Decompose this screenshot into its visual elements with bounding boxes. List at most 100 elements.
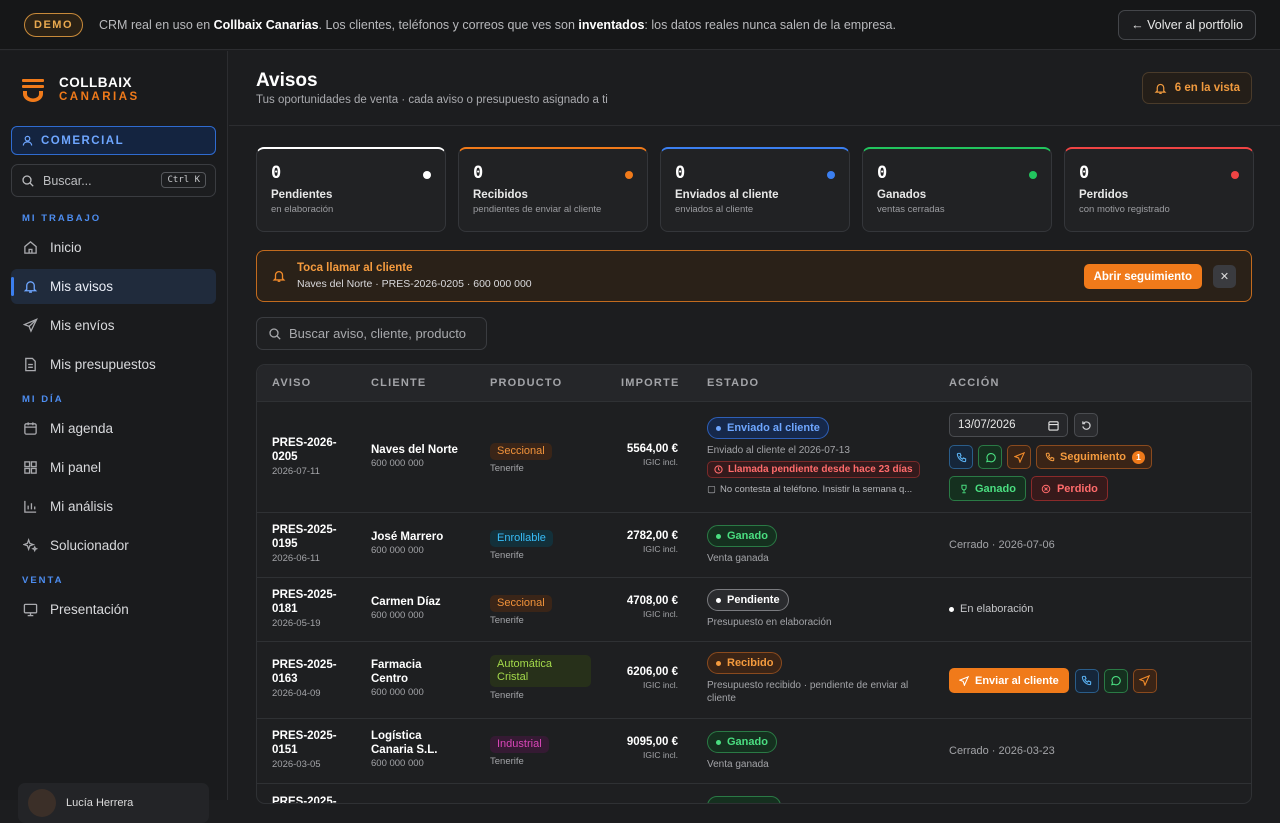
send-to-client-button[interactable]: Enviar al cliente — [949, 668, 1069, 693]
summary-cards: 0 Pendientes en elaboración 0 Recibidos … — [256, 147, 1254, 232]
table-row[interactable]: PRES-2025- 0163 2026-04-09 Farmacia Centro 6… — [257, 642, 1251, 719]
card-enviados[interactable]: 0 Enviados al cliente enviados al client… — [660, 147, 850, 232]
mark-lost-button[interactable]: Perdido — [1030, 476, 1108, 501]
brand-subname: CANARIAS — [59, 91, 140, 103]
product-tag: Industrial — [490, 736, 549, 753]
demo-banner: DEMO CRM real en uso en Collbaix Canaria… — [0, 0, 1280, 50]
send-icon — [22, 318, 38, 334]
product-tag: Enrollable — [490, 530, 553, 547]
status-badge: Ganado — [707, 525, 777, 547]
sidebar-item-mi-analisis[interactable]: Mi análisis — [11, 489, 216, 524]
count-badge: 1 — [1132, 450, 1146, 464]
phone-icon[interactable] — [949, 445, 973, 469]
bell-icon — [1154, 82, 1167, 95]
brand[interactable]: COLLBAIX CANARIAS — [22, 75, 140, 105]
search-icon — [22, 174, 34, 187]
product-tag: Automática Cristal — [490, 655, 591, 687]
sidebar-item-mi-panel[interactable]: Mi panel — [11, 450, 216, 485]
phone-icon — [1045, 452, 1055, 462]
sidebar-search[interactable]: Buscar... Ctrl K — [11, 164, 216, 197]
table-row[interactable]: PRES-2025- — [257, 784, 1251, 803]
table-row[interactable]: PRES-2026- 0205 2026-07-11 Naves del Norte… — [257, 402, 1251, 513]
open-followup-button[interactable]: Abrir seguimiento — [1083, 264, 1202, 289]
sidebar-item-solucionador[interactable]: Solucionador — [11, 528, 216, 563]
product-tag: Seccional — [490, 443, 552, 460]
section-title-work: MI TRABAJO — [22, 213, 102, 224]
user-card[interactable]: Lucía Herrera — [18, 783, 209, 823]
warning-badge: Llamada pendiente desde hace 23 días — [707, 461, 920, 478]
document-icon — [22, 357, 38, 373]
card-perdidos[interactable]: 0 Perdidos con motivo registrado — [1064, 147, 1254, 232]
header-divider — [229, 125, 1280, 126]
clock-icon — [714, 465, 723, 474]
closed-label: Cerrado · 2026-03-23 — [949, 745, 1055, 757]
sidebar: COLLBAIX CANARIAS COMERCIAL Buscar... Ct… — [0, 51, 228, 823]
sidebar-item-inicio[interactable]: Inicio — [11, 230, 216, 265]
table-row[interactable]: PRES-2025- 0151 2026-03-05 Logística Canari… — [257, 719, 1251, 784]
send-icon[interactable] — [1007, 445, 1031, 469]
sidebar-item-presentacion[interactable]: Presentación — [11, 592, 216, 627]
send-icon — [959, 675, 969, 686]
brand-name: COLLBAIX — [59, 75, 132, 90]
product-tag: Seccional — [490, 595, 552, 612]
sparkle-icon — [22, 538, 38, 554]
bell-icon — [272, 269, 286, 288]
shortcut-hint: Ctrl K — [161, 172, 206, 188]
mark-won-button[interactable]: Ganado — [949, 476, 1026, 501]
page-title: Avisos — [256, 70, 318, 91]
main-content: Avisos Tus oportunidades de venta · cada… — [229, 51, 1280, 804]
status-badge: Enviado al cliente — [707, 417, 829, 439]
call-reminder-alert: Toca llamar al cliente Naves del Norte ·… — [256, 250, 1252, 302]
followup-button[interactable]: Seguimiento 1 — [1036, 445, 1153, 469]
whatsapp-icon[interactable] — [1103, 668, 1128, 693]
calendar-icon — [1048, 420, 1059, 431]
user-name: Lucía Herrera — [66, 797, 134, 809]
chart-icon — [22, 499, 38, 515]
card-recibidos[interactable]: 0 Recibidos pendientes de enviar al clie… — [458, 147, 648, 232]
status-dot — [625, 171, 633, 179]
table-row[interactable]: PRES-2025- 0195 2026-06-11 José Marrero 600… — [257, 513, 1251, 578]
back-to-portfolio-button[interactable]: ← Volver al portfolio — [1118, 10, 1256, 40]
whatsapp-icon[interactable] — [978, 445, 1002, 469]
list-search-input[interactable]: Buscar aviso, cliente, producto — [256, 317, 487, 350]
view-count-button[interactable]: 6 en la vista — [1141, 72, 1252, 104]
sidebar-item-mis-envios[interactable]: Mis envíos — [11, 308, 216, 343]
brand-logo-icon — [22, 78, 44, 102]
section-title-day: MI DÍA — [22, 394, 64, 405]
card-ganados[interactable]: 0 Ganados ventas cerradas — [862, 147, 1052, 232]
section-title-sale: VENTA — [22, 575, 64, 586]
x-circle-icon — [1041, 484, 1051, 494]
table-row[interactable]: PRES-2025- 0181 2026-05-19 Carmen Díaz 600 … — [257, 578, 1251, 642]
send-icon[interactable] — [1132, 668, 1157, 693]
sidebar-item-mi-agenda[interactable]: Mi agenda — [11, 411, 216, 446]
calendar-icon — [22, 421, 38, 437]
page-subtitle: Tus oportunidades de venta · cada aviso … — [256, 94, 608, 106]
avisos-table: AVISO CLIENTE PRODUCTO IMPORTE ESTADO AC… — [256, 364, 1252, 804]
avatar — [28, 789, 56, 817]
sidebar-item-mis-avisos[interactable]: Mis avisos — [11, 269, 216, 304]
close-icon[interactable]: ✕ — [1213, 265, 1236, 288]
grid-icon — [22, 460, 38, 476]
status-dot — [1231, 171, 1239, 179]
trophy-icon — [959, 484, 969, 494]
user-icon — [22, 135, 33, 146]
sidebar-item-mis-presupuestos[interactable]: Mis presupuestos — [11, 347, 216, 382]
demo-badge: DEMO — [24, 12, 83, 37]
card-pendientes[interactable]: 0 Pendientes en elaboración — [256, 147, 446, 232]
search-icon — [269, 327, 281, 340]
status-dot — [827, 171, 835, 179]
role-selector[interactable]: COMERCIAL — [11, 126, 216, 155]
status-badge: Recibido — [707, 652, 783, 674]
in-progress-label: En elaboración — [949, 603, 1033, 615]
status-dot — [423, 171, 431, 179]
alert-title: Toca llamar al cliente — [297, 262, 413, 274]
home-icon — [22, 240, 38, 256]
reset-icon[interactable] — [1074, 413, 1098, 437]
bell-icon — [22, 279, 38, 295]
monitor-icon — [22, 602, 38, 618]
phone-icon[interactable] — [1074, 668, 1099, 693]
note-icon: ▢ — [707, 484, 716, 495]
followup-date-input[interactable]: 13/07/2026 — [949, 413, 1068, 437]
status-badge: Ganado — [707, 731, 777, 753]
status-badge — [707, 796, 781, 803]
